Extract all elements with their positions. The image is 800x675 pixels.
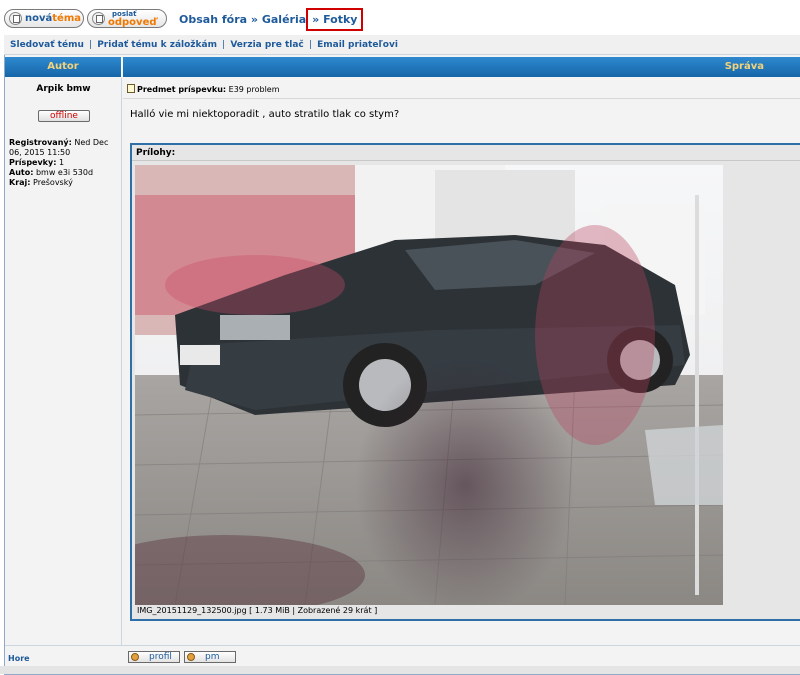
users-icon [187, 653, 195, 661]
author-profile-info: Registrovaný: Ned Dec 06, 2015 11:50 Prí… [9, 138, 109, 187]
divider [132, 160, 800, 161]
back-to-top-link[interactable]: Hore [8, 654, 30, 663]
car-photo [135, 165, 723, 605]
post-body: Halló vie mi niektoporadit , auto strati… [130, 109, 400, 120]
breadcrumb-gallery[interactable]: Galéria [262, 13, 306, 26]
document-icon [92, 12, 105, 25]
new-topic-button[interactable]: novátéma [4, 9, 84, 28]
topic-links-bar: Sledovať tému | Pridať tému k záložkám |… [4, 35, 800, 55]
attachments-label: Prílohy: [136, 148, 176, 158]
post-subject: Predmet príspevku: E39 problem [127, 84, 280, 94]
breadcrumb-forum-index[interactable]: Obsah fóra [179, 13, 247, 26]
divider [5, 645, 800, 646]
email-friend-link[interactable]: Email priateľovi [317, 40, 398, 50]
breadcrumb: Obsah fóra » Galéria» Fotky [179, 8, 364, 31]
attachment-image[interactable] [135, 165, 723, 605]
profile-button[interactable]: profil [128, 651, 180, 663]
user-icon [131, 653, 139, 661]
post-icon [127, 84, 135, 93]
post-author: Arpik bmw [36, 84, 91, 94]
top-toolbar: novátéma poslať odpoveď Obsah fóra » Gal… [0, 0, 800, 34]
divider [123, 98, 800, 99]
bookmark-topic-link[interactable]: Pridať tému k záložkám [97, 40, 217, 50]
pm-button[interactable]: pm [184, 651, 236, 663]
status-badge: offline [38, 110, 90, 122]
breadcrumb-photos[interactable]: Fotky [323, 13, 357, 26]
message-column-header: Správa [123, 57, 800, 77]
attachment-caption: IMG_20151129_132500.jpg [ 1.73 MiB | Zob… [137, 606, 378, 615]
author-column-header: Autor [5, 57, 122, 77]
bottom-bar [0, 666, 800, 674]
reply-button[interactable]: poslať odpoveď [87, 9, 167, 28]
document-icon [9, 12, 22, 25]
print-version-link[interactable]: Verzia pre tlač [230, 40, 303, 50]
breadcrumb-highlight: » Fotky [306, 8, 364, 31]
follow-topic-link[interactable]: Sledovať tému [10, 40, 84, 50]
